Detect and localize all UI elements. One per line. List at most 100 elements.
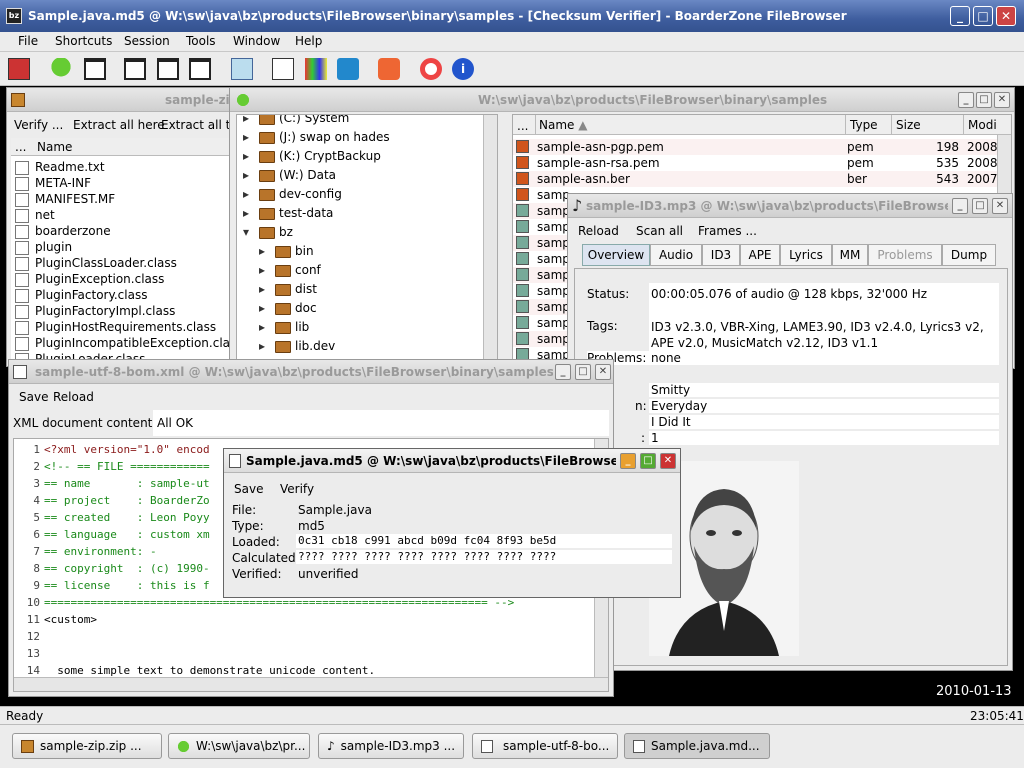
scan-all-button[interactable]: Scan all: [636, 224, 683, 238]
reload-button[interactable]: Reload: [578, 224, 619, 238]
column-header[interactable]: ... Name: [11, 138, 235, 156]
xml-window-title-bar[interactable]: sample-utf-8-bom.xml @ W:\sw\java\bz\pro…: [9, 360, 613, 384]
minimize-button[interactable]: _: [950, 6, 970, 26]
main-title-bar[interactable]: bz Sample.java.md5 @ W:\sw\java\bz\produ…: [0, 0, 1024, 32]
list-item[interactable]: boarderzone: [11, 224, 235, 240]
chevron-right-icon[interactable]: ▸: [259, 320, 273, 334]
chevron-right-icon[interactable]: ▸: [243, 115, 257, 125]
maximize-button[interactable]: □: [973, 6, 993, 26]
column-name[interactable]: Name: [37, 140, 72, 154]
tab-ape[interactable]: APE: [740, 244, 780, 266]
tab-overview[interactable]: Overview: [582, 244, 650, 266]
maximize-button[interactable]: □: [640, 453, 656, 469]
extract-all-here-button[interactable]: Extract all here: [73, 118, 165, 132]
tree-icon[interactable]: [50, 58, 72, 80]
maximize-button[interactable]: □: [976, 92, 992, 108]
list-item[interactable]: PluginException.class: [11, 272, 235, 288]
help-lifebuoy-icon[interactable]: [420, 58, 442, 80]
tree-item[interactable]: ▸ (J:) swap on hades: [243, 130, 497, 149]
minimize-button[interactable]: _: [958, 92, 974, 108]
chevron-right-icon[interactable]: ▸: [243, 168, 257, 182]
edit-icon[interactable]: [272, 58, 294, 80]
list-item[interactable]: PluginFactoryImpl.class: [11, 304, 235, 320]
close-button[interactable]: ✕: [994, 92, 1010, 108]
save-button[interactable]: Save: [234, 482, 263, 496]
close-button[interactable]: ✕: [992, 198, 1008, 214]
window-icon[interactable]: [84, 58, 106, 80]
zip-window-title-bar[interactable]: sample-zip.zip: [7, 88, 235, 112]
close-button[interactable]: ✕: [996, 6, 1016, 26]
table-row[interactable]: sample-asn-rsa.pem pem 535 2008: [513, 155, 1011, 171]
list-item[interactable]: Readme.txt: [11, 160, 235, 176]
power-icon[interactable]: [378, 58, 400, 80]
minimize-button[interactable]: _: [555, 364, 571, 380]
chevron-right-icon[interactable]: ▸: [259, 263, 273, 277]
tab-lyrics[interactable]: Lyrics: [780, 244, 832, 266]
menu-session[interactable]: Session: [124, 34, 170, 48]
save-button[interactable]: Save: [19, 390, 48, 404]
menu-shortcuts[interactable]: Shortcuts: [55, 34, 112, 48]
table-row[interactable]: sample-asn-pgp.pem pem 198 2008: [513, 139, 1011, 155]
tree-item[interactable]: ▸ dist: [259, 282, 497, 301]
task-browser[interactable]: W:\sw\java\bz\pr...: [168, 733, 310, 759]
tree-item[interactable]: ▸ (K:) CryptBackup: [243, 149, 497, 168]
menu-file[interactable]: File: [18, 34, 38, 48]
column-type[interactable]: Type: [845, 115, 891, 135]
tab-audio[interactable]: Audio: [650, 244, 702, 266]
reload-button[interactable]: Reload: [53, 390, 94, 404]
column-modified[interactable]: Modi: [963, 115, 1011, 135]
tree-item[interactable]: ▸ lib.dev: [259, 339, 497, 358]
tree-item[interactable]: ▸ dev-config: [243, 187, 497, 206]
window-down-icon[interactable]: [189, 58, 211, 80]
palette-icon[interactable]: [305, 58, 327, 80]
task-id3[interactable]: ♪ sample-ID3.mp3 ...: [318, 733, 464, 759]
verify-button[interactable]: Verify ...: [14, 118, 63, 132]
info-icon[interactable]: i: [452, 58, 474, 80]
chevron-right-icon[interactable]: ▸: [259, 282, 273, 296]
list-item[interactable]: plugin: [11, 240, 235, 256]
list-item[interactable]: PluginClassLoader.class: [11, 256, 235, 272]
list-item[interactable]: net: [11, 208, 235, 224]
column-size[interactable]: Size: [891, 115, 963, 135]
tree-item[interactable]: ▸ lib: [259, 320, 497, 339]
frames-button[interactable]: Frames ...: [698, 224, 757, 238]
column-menu[interactable]: ...: [517, 119, 528, 133]
tab-dump[interactable]: Dump: [942, 244, 996, 266]
md5-window-title-bar[interactable]: Sample.java.md5 @ W:\sw\java\bz\products…: [224, 449, 680, 473]
chevron-right-icon[interactable]: ▸: [259, 301, 273, 315]
chevron-right-icon[interactable]: ▸: [243, 206, 257, 220]
task-xml[interactable]: sample-utf-8-bo...: [472, 733, 618, 759]
chevron-right-icon[interactable]: ▸: [259, 244, 273, 258]
network-icon[interactable]: [231, 58, 253, 80]
tree-item[interactable]: ▸ bin: [259, 244, 497, 263]
list-item[interactable]: PluginFactory.class: [11, 288, 235, 304]
close-button[interactable]: ✕: [595, 364, 611, 380]
menu-tools[interactable]: Tools: [186, 34, 216, 48]
package-icon[interactable]: [337, 58, 359, 80]
tree-scrollbar[interactable]: [483, 115, 497, 367]
maximize-button[interactable]: □: [575, 364, 591, 380]
tree-item[interactable]: ▸ doc: [259, 301, 497, 320]
tab-problems[interactable]: Problems: [868, 244, 942, 266]
tree-item[interactable]: ▸ (W:) Data: [243, 168, 497, 187]
editor-hscrollbar[interactable]: [14, 677, 608, 691]
menu-help[interactable]: Help: [295, 34, 322, 48]
browser-window-title-bar[interactable]: W:\sw\java\bz\products\FileBrowser\binar…: [230, 88, 1014, 112]
menu-window[interactable]: Window: [233, 34, 280, 48]
chevron-right-icon[interactable]: ▸: [243, 149, 257, 163]
window-minimize-icon[interactable]: [124, 58, 146, 80]
tree-item[interactable]: ▾ bz: [243, 225, 497, 244]
list-item[interactable]: PluginHostRequirements.class: [11, 320, 235, 336]
tree-item[interactable]: ▸ (C:) System: [243, 115, 497, 130]
id3-window-title-bar[interactable]: ♪ sample-ID3.mp3 @ W:\sw\java\bz\product…: [568, 194, 1012, 218]
window-cascade-icon[interactable]: [157, 58, 179, 80]
task-md5[interactable]: Sample.java.md...: [624, 733, 770, 759]
table-row[interactable]: sample-asn.ber ber 543 2007: [513, 171, 1011, 187]
list-item[interactable]: PluginIncompatibleException.cla...: [11, 336, 235, 352]
extract-all-to-button[interactable]: Extract all to ...: [161, 118, 237, 132]
exit-icon[interactable]: [8, 58, 30, 80]
column-name[interactable]: Name ▲: [535, 115, 845, 135]
chevron-right-icon[interactable]: ▸: [259, 339, 273, 353]
close-button[interactable]: ✕: [660, 453, 676, 469]
minimize-button[interactable]: _: [952, 198, 968, 214]
